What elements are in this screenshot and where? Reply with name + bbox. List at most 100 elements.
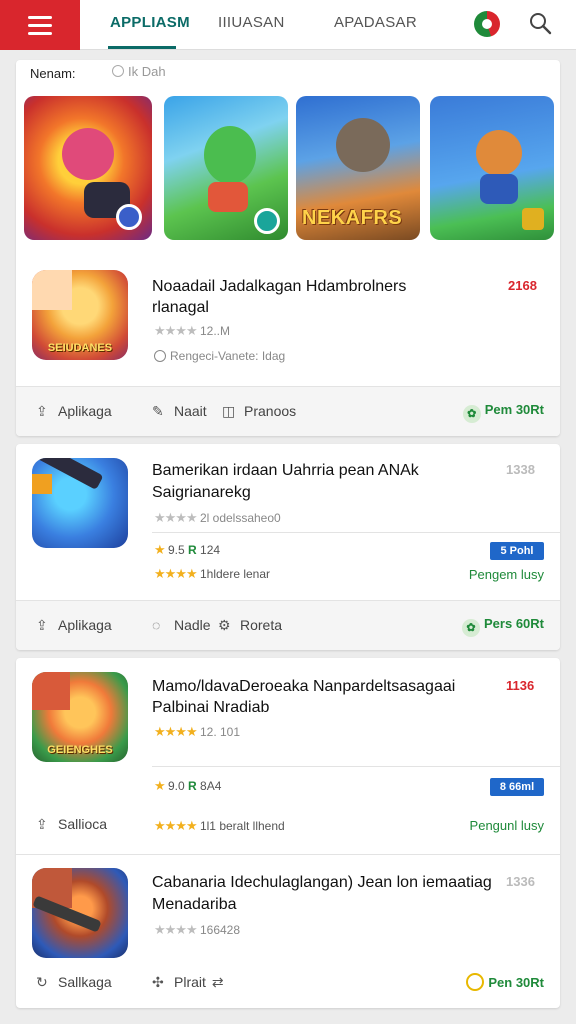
section-label: Nenam: — [30, 66, 76, 81]
robot-shape — [336, 118, 390, 172]
app-title[interactable]: Mamo/ldavaDeroeaka Nanpardeltsasagaai — [152, 676, 455, 697]
info-icon — [154, 350, 166, 362]
menu-button[interactable] — [0, 0, 80, 50]
coin-icon — [466, 973, 485, 991]
app-title-line2[interactable]: Saigrianarekg — [152, 482, 251, 503]
status-text[interactable]: Pengunl lusy — [470, 818, 544, 833]
price-badge[interactable]: 5 Pohl — [490, 542, 544, 560]
section-sublabel: Ik Dah — [112, 64, 166, 79]
featured-game-thumbnail-1[interactable] — [24, 96, 152, 240]
action-row: ⇪ Aplikaga ◌ Nadle ⚙ Roreta ✿ Pers 60Rt — [16, 600, 560, 650]
rating-value: 9.5 — [168, 543, 185, 557]
status-text[interactable]: Pengem lusy — [469, 567, 544, 582]
rank-number: 2168 — [508, 278, 537, 293]
star-icon: ★ — [154, 542, 166, 557]
downloads-icon: R — [188, 543, 197, 557]
star-icon: ★ — [154, 778, 166, 793]
menu-icon-line — [28, 15, 52, 19]
tab-applications[interactable]: APPLIASM — [110, 14, 190, 31]
app-action-button[interactable]: ⇪ Aplikaga — [36, 617, 112, 634]
rank-number: 1336 — [506, 874, 535, 889]
app-title[interactable]: Noaadail Jadalkagan Hdambrolners — [152, 276, 406, 297]
active-tab-indicator — [108, 46, 176, 49]
gamepad-icon: ✣ — [152, 974, 164, 990]
app-title-line2[interactable]: Menadariba — [152, 894, 237, 915]
plus-badge-icon — [116, 204, 142, 230]
price-badge[interactable]: 8 66ml — [490, 778, 544, 796]
character-shape — [32, 672, 70, 710]
tab-third[interactable]: APADASAR — [334, 14, 417, 31]
action-label: Sallioca — [58, 816, 108, 832]
app-action-button[interactable]: ⇪ Sallioca — [36, 816, 107, 833]
badge-icon — [522, 208, 544, 230]
meta-text: 12. 101 — [199, 725, 241, 739]
action-label: Sallkaga — [58, 974, 112, 990]
share-icon: ⇪ — [36, 816, 48, 832]
featured-game-thumbnail-4[interactable] — [430, 96, 554, 240]
action-label: Plrait — [174, 974, 206, 990]
app-action-button[interactable]: ✎ Naait — [152, 403, 207, 420]
tab-second[interactable]: IIIUASAN — [218, 14, 285, 31]
app-card: Bamerikan irdaan Uahrria pean ANAk Saigr… — [16, 444, 560, 650]
action-label: Pranoos — [244, 403, 297, 419]
meta-text: 2l odelssaheo0 — [199, 511, 281, 525]
menu-icon-line — [28, 23, 52, 27]
get-button[interactable]: ✿ Pers 60Rt — [462, 616, 544, 637]
app-icon[interactable]: SEIUDANES — [32, 270, 128, 360]
link-icon: ◌ — [152, 617, 161, 633]
app-title[interactable]: Bamerikan irdaan Uahrria pean ANAk — [152, 460, 419, 481]
stars: ★★★★ — [154, 818, 198, 833]
app-title-line2[interactable]: Palbinai Nradiab — [152, 697, 269, 718]
app-action-button[interactable]: ⚙ Roreta — [218, 617, 282, 634]
action-label: Naait — [174, 403, 207, 419]
rating-row: ★★★★ 166428 — [154, 922, 240, 938]
score-row: ★ 9.0 R 8A4 — [154, 778, 221, 794]
stars: ★★★★ — [154, 922, 198, 937]
featured-game-thumbnail-2[interactable] — [164, 96, 288, 240]
app-action-button[interactable]: ↻ Sallkaga — [36, 974, 112, 991]
rating-row: ★★★★ 2l odelssaheo0 — [154, 510, 281, 526]
review-row: ★★★★ 1hldere lenar — [154, 566, 270, 582]
app-icon-label: GEIENGHES — [47, 744, 113, 756]
share-icon: ⇪ — [36, 617, 48, 633]
bookmark-icon: ◫ — [222, 403, 236, 419]
size-text: 12..M — [199, 324, 230, 338]
get-button[interactable]: ✿ Pem 30Rt — [462, 402, 544, 423]
meta-text: 166428 — [199, 923, 241, 937]
divider — [152, 766, 560, 767]
get-button[interactable]: Pen 30Rt — [466, 973, 544, 991]
review-row: ★★★★ 1l1 beralt llhend — [154, 818, 285, 834]
get-label: Pen 30Rt — [488, 975, 544, 990]
pen-icon: ✎ — [152, 403, 164, 419]
rating-row: ★★★★ 12..M — [154, 323, 230, 339]
featured-game-thumbnail-3[interactable]: NEKAFRS — [296, 96, 420, 240]
character-shape — [204, 126, 256, 184]
app-action-button[interactable]: ◌ Nadle — [152, 617, 211, 633]
app-icon[interactable] — [32, 458, 128, 548]
meta-text: Rengeci-Vanete: Idag — [170, 349, 286, 363]
coin-shape — [32, 474, 52, 494]
profile-avatar-icon[interactable] — [474, 11, 500, 37]
app-icon[interactable] — [32, 868, 128, 958]
rank-number: 1136 — [506, 678, 535, 693]
leaf-icon: ✿ — [462, 405, 481, 423]
app-icon[interactable]: GEIENGHES — [32, 672, 128, 762]
character-body-shape — [480, 174, 518, 204]
get-label: Pers 60Rt — [484, 616, 544, 631]
review-text: 1l1 beralt llhend — [199, 819, 285, 833]
clock-icon — [112, 65, 124, 77]
thumbnail-title: NEKAFRS — [302, 207, 403, 229]
rating-count: 8A4 — [200, 779, 222, 793]
app-action-button[interactable]: ✣ Plrait ⇄ — [152, 974, 224, 991]
app-action-button[interactable]: ◫ Pranoos — [222, 403, 296, 420]
app-title[interactable]: Cabanaria Idechulaglangan) Jean lon iema… — [152, 872, 492, 893]
character-face-shape — [32, 270, 72, 310]
leaf-icon: ✿ — [462, 619, 481, 637]
stars: ★★★★ — [154, 566, 198, 581]
character-shape — [62, 128, 114, 180]
refresh-icon: ↻ — [36, 974, 48, 990]
app-action-button[interactable]: ⇪ Aplikaga — [36, 403, 112, 420]
search-icon[interactable] — [528, 11, 552, 35]
app-title-line2[interactable]: rlanagal — [152, 297, 209, 318]
sync-icon: ⇄ — [211, 974, 224, 990]
